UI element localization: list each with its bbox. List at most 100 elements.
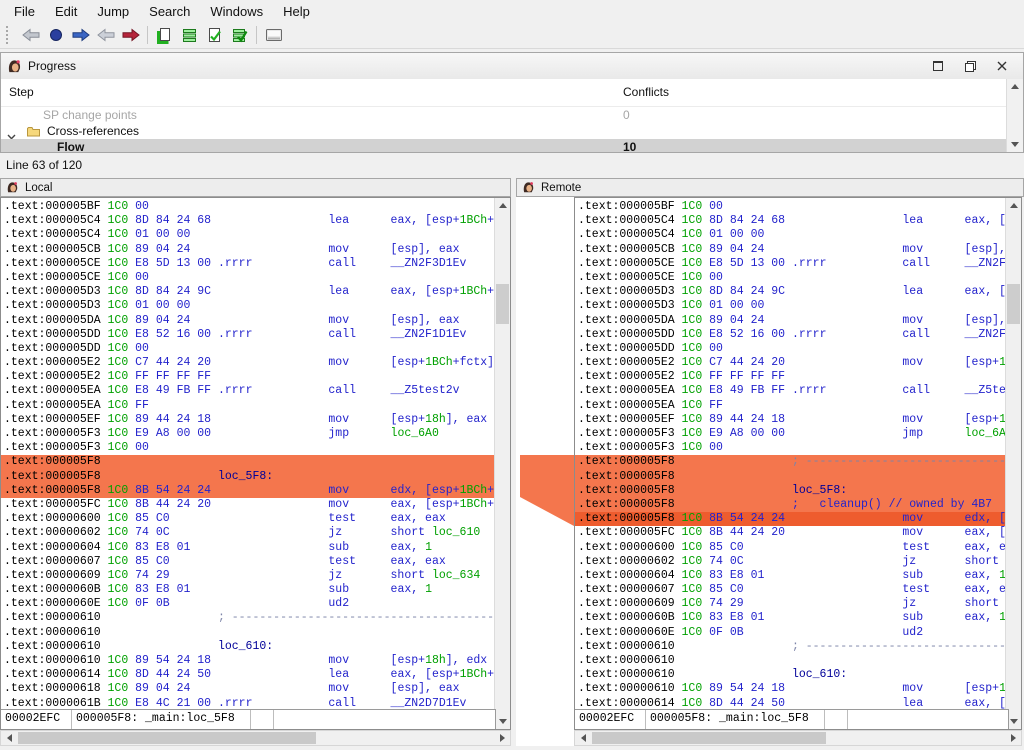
asm-line[interactable]: .text:000005DA 1C0 89 04 24 mov [esp], e… xyxy=(1,314,495,328)
local-horizontal-scrollbar[interactable] xyxy=(0,730,511,746)
asm-line[interactable]: .text:000005CB 1C0 89 04 24 mov [esp], e… xyxy=(575,243,1006,257)
green-document-button[interactable] xyxy=(152,24,177,46)
blue-right-arrow-button[interactable] xyxy=(68,24,93,46)
asm-line[interactable]: .text:000005F8 loc_5F8: xyxy=(575,484,1006,498)
asm-line[interactable]: .text:000005D3 1C0 8D 84 24 9C lea eax, … xyxy=(1,285,495,299)
asm-line[interactable]: .text:00000609 1C0 74 29 jz short loc_63… xyxy=(1,569,495,583)
scroll-right-icon[interactable] xyxy=(494,731,510,745)
asm-line[interactable]: .text:00000610 xyxy=(575,654,1006,668)
menu-item-file[interactable]: File xyxy=(4,2,45,21)
asm-line[interactable]: .text:000005CE 1C0 E8 5D 13 00 .rrrr cal… xyxy=(1,257,495,271)
asm-line[interactable]: .text:000005F3 1C0 00 xyxy=(1,441,495,455)
asm-line[interactable]: .text:000005F8 xyxy=(1,455,495,469)
blue-circle-button[interactable] xyxy=(43,24,68,46)
asm-line[interactable]: .text:000005E2 1C0 C7 44 24 20 mov [esp+… xyxy=(575,356,1006,370)
asm-line[interactable]: .text:000005F8 loc_5F8: xyxy=(1,470,495,484)
asm-line[interactable]: .text:00000604 1C0 83 E8 01 sub eax, 1 xyxy=(575,569,1006,583)
asm-line[interactable]: .text:000005BF 1C0 00 xyxy=(575,200,1006,214)
progress-scrollbar[interactable] xyxy=(1006,79,1023,152)
scroll-down-icon[interactable] xyxy=(495,714,510,729)
asm-line[interactable]: .text:000005F8 ; cleanup() // owned by 4… xyxy=(575,498,1006,512)
asm-line[interactable]: .text:000005F8 1C0 8B 54 24 24 mov edx, … xyxy=(575,512,1006,526)
progress-row-flow[interactable]: Flow10 xyxy=(1,139,1007,152)
menu-item-jump[interactable]: Jump xyxy=(87,2,139,21)
close-icon[interactable] xyxy=(993,57,1011,75)
asm-line[interactable]: .text:000005FC 1C0 8B 44 24 20 mov eax, … xyxy=(575,526,1006,540)
asm-line[interactable]: .text:000005F3 1C0 00 xyxy=(575,441,1006,455)
asm-line[interactable]: .text:00000610 ; -----------------------… xyxy=(1,611,495,625)
asm-line[interactable]: .text:000005EA 1C0 E8 49 FB FF .rrrr cal… xyxy=(1,384,495,398)
local-vertical-scrollbar[interactable] xyxy=(494,198,510,729)
asm-line[interactable]: .text:000005C4 1C0 01 00 00 xyxy=(575,228,1006,242)
green-segments-button[interactable] xyxy=(177,24,202,46)
scrollbar-thumb[interactable] xyxy=(496,284,509,324)
toolbar-drag-handle[interactable] xyxy=(6,26,12,44)
asm-line[interactable]: .text:000005CE 1C0 E8 5D 13 00 .rrrr cal… xyxy=(575,257,1006,271)
maximize-button[interactable] xyxy=(929,57,947,75)
scroll-left-icon[interactable] xyxy=(575,731,591,745)
asm-line[interactable]: .text:000005F3 1C0 E9 A8 00 00 jmp loc_6… xyxy=(575,427,1006,441)
remote-vertical-scrollbar[interactable] xyxy=(1005,198,1021,729)
asm-line[interactable]: .text:000005DD 1C0 E8 52 16 00 .rrrr cal… xyxy=(575,328,1006,342)
menu-item-search[interactable]: Search xyxy=(139,2,200,21)
scrollbar-thumb[interactable] xyxy=(592,732,826,744)
asm-line[interactable]: .text:000005D3 1C0 01 00 00 xyxy=(1,299,495,313)
asm-line[interactable]: .text:00000610 ; -----------------------… xyxy=(575,640,1006,654)
asm-line[interactable]: .text:0000060B 1C0 83 E8 01 sub eax, 1 xyxy=(1,583,495,597)
monitor-button[interactable] xyxy=(261,24,286,46)
asm-line[interactable]: .text:000005EF 1C0 89 44 24 18 mov [esp+… xyxy=(575,413,1006,427)
asm-line[interactable]: .text:000005DD 1C0 00 xyxy=(1,342,495,356)
asm-line[interactable]: .text:00000618 1C0 89 04 24 mov [esp], e… xyxy=(1,682,495,696)
asm-line[interactable]: .text:00000600 1C0 85 C0 test eax, eax xyxy=(1,512,495,526)
asm-line[interactable]: .text:000005EA 1C0 E8 49 FB FF .rrrr cal… xyxy=(575,384,1006,398)
asm-line[interactable]: .text:000005F3 1C0 E9 A8 00 00 jmp loc_6… xyxy=(1,427,495,441)
asm-line[interactable]: .text:000005DD 1C0 E8 52 16 00 .rrrr cal… xyxy=(1,328,495,342)
asm-line[interactable]: .text:000005D3 1C0 01 00 00 xyxy=(575,299,1006,313)
asm-line[interactable]: .text:000005BF 1C0 00 xyxy=(1,200,495,214)
asm-line[interactable]: .text:000005CB 1C0 89 04 24 mov [esp], e… xyxy=(1,243,495,257)
asm-line[interactable]: .text:00000602 1C0 74 0C jz short loc_61… xyxy=(575,555,1006,569)
asm-line[interactable]: .text:000005EA 1C0 FF xyxy=(1,399,495,413)
menu-item-help[interactable]: Help xyxy=(273,2,320,21)
gray-left-arrow-button[interactable] xyxy=(18,24,43,46)
scroll-right-icon[interactable] xyxy=(1005,731,1021,745)
progress-row-cross-references[interactable]: Cross-references xyxy=(1,123,1007,139)
asm-line[interactable]: .text:000005EA 1C0 FF xyxy=(575,399,1006,413)
asm-line[interactable]: .text:00000610 loc_610: xyxy=(1,640,495,654)
scroll-left-icon[interactable] xyxy=(1,731,17,745)
asm-line[interactable]: .text:000005C4 1C0 8D 84 24 68 lea eax, … xyxy=(575,214,1006,228)
asm-line[interactable]: .text:000005FC 1C0 8B 44 24 20 mov eax, … xyxy=(1,498,495,512)
asm-line[interactable]: .text:000005CE 1C0 00 xyxy=(575,271,1006,285)
asm-line[interactable]: .text:000005C4 1C0 01 00 00 xyxy=(1,228,495,242)
red-right-arrow-button[interactable] xyxy=(118,24,143,46)
asm-line[interactable]: .text:00000602 1C0 74 0C jz short loc_61… xyxy=(1,526,495,540)
asm-line[interactable]: .text:000005D3 1C0 8D 84 24 9C lea eax, … xyxy=(575,285,1006,299)
document-check-button[interactable] xyxy=(202,24,227,46)
asm-line[interactable]: .text:00000604 1C0 83 E8 01 sub eax, 1 xyxy=(1,541,495,555)
silver-left-arrow-button[interactable] xyxy=(93,24,118,46)
asm-line[interactable]: .text:000005C4 1C0 8D 84 24 68 lea eax, … xyxy=(1,214,495,228)
asm-line[interactable]: .text:00000600 1C0 85 C0 test eax, eax xyxy=(575,541,1006,555)
scroll-down-icon[interactable] xyxy=(1007,137,1022,152)
asm-line[interactable]: .text:00000609 1C0 74 29 jz short loc_63… xyxy=(575,597,1006,611)
progress-row-sp-change-points[interactable]: SP change points0 xyxy=(1,107,1007,123)
menu-item-windows[interactable]: Windows xyxy=(200,2,273,21)
scroll-up-icon[interactable] xyxy=(1006,198,1021,213)
asm-line[interactable]: .text:000005DA 1C0 89 04 24 mov [esp], e… xyxy=(575,314,1006,328)
segments-check-button[interactable] xyxy=(227,24,252,46)
scrollbar-thumb[interactable] xyxy=(18,732,316,744)
asm-line[interactable]: .text:000005F8 xyxy=(575,470,1006,484)
asm-line[interactable]: .text:000005F8 1C0 8B 54 24 24 mov edx, … xyxy=(1,484,495,498)
asm-line[interactable]: .text:000005DD 1C0 00 xyxy=(575,342,1006,356)
asm-line[interactable]: .text:000005E2 1C0 C7 44 24 20 mov [esp+… xyxy=(1,356,495,370)
asm-line[interactable]: .text:000005EF 1C0 89 44 24 18 mov [esp+… xyxy=(1,413,495,427)
asm-line[interactable]: .text:0000060B 1C0 83 E8 01 sub eax, 1 xyxy=(575,611,1006,625)
asm-line[interactable]: .text:00000610 1C0 89 54 24 18 mov [esp+… xyxy=(1,654,495,668)
remote-horizontal-scrollbar[interactable] xyxy=(574,730,1022,746)
menu-item-edit[interactable]: Edit xyxy=(45,2,87,21)
asm-line[interactable]: .text:00000607 1C0 85 C0 test eax, eax xyxy=(1,555,495,569)
scroll-up-icon[interactable] xyxy=(495,198,510,213)
asm-line[interactable]: .text:00000614 1C0 8D 44 24 50 lea eax, … xyxy=(575,697,1006,710)
asm-line[interactable]: .text:000005CE 1C0 00 xyxy=(1,271,495,285)
asm-line[interactable]: .text:0000060E 1C0 0F 0B ud2 xyxy=(1,597,495,611)
